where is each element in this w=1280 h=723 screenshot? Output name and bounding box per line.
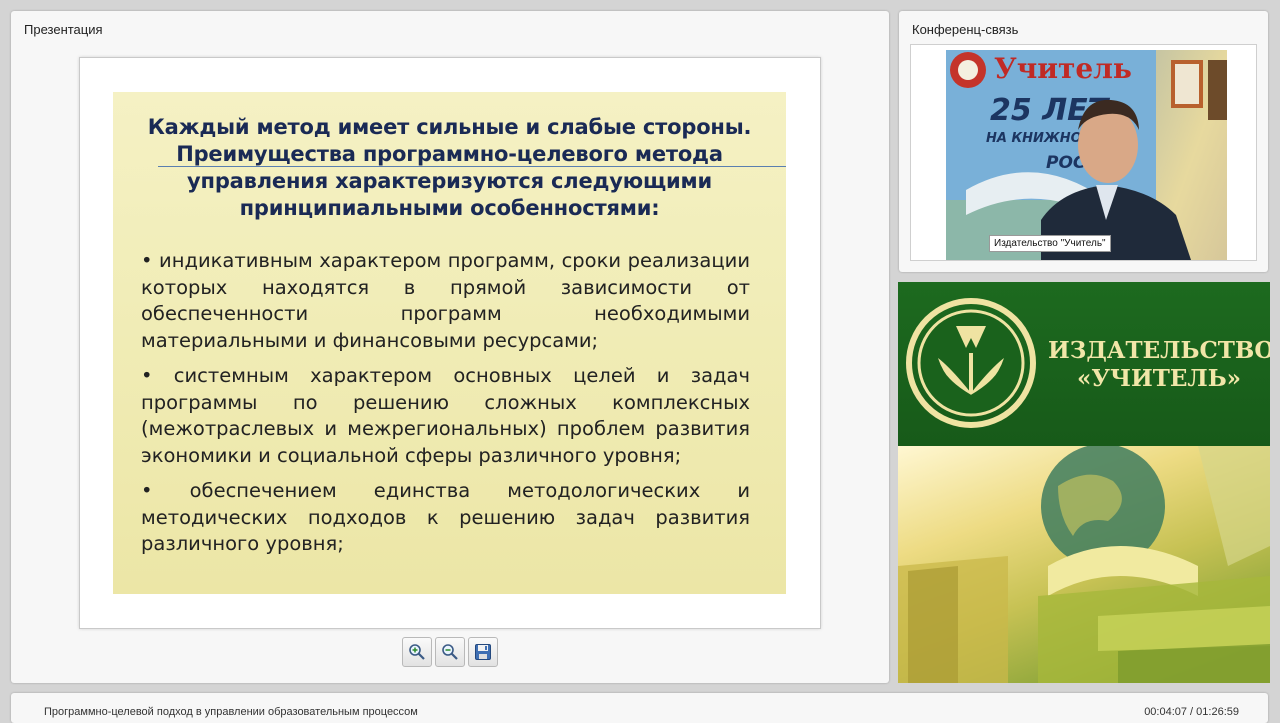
slide-bullet-list: • индикативным характером программ, срок… [141, 248, 750, 567]
publisher-name-line: «УЧИТЕЛЬ» [1076, 365, 1242, 392]
slide-divider [158, 166, 786, 167]
conference-panel: Конференц-связь Учитель 25 ЛЕТ НА КНИЖНО… [899, 11, 1268, 272]
slide-bullet: • индикативным характером программ, срок… [141, 249, 750, 352]
status-bar: Программно-целевой подход в управлении о… [11, 693, 1268, 723]
books-globe-image [898, 444, 1270, 683]
books-globe-illustration [898, 444, 1270, 683]
save-button[interactable] [468, 637, 498, 667]
slide-bullet: • обеспечением единства методологических… [141, 479, 751, 555]
publisher-name-line: ИЗДАТЕЛЬСТВО [1048, 337, 1270, 364]
playback-time: 00:04:07 / 01:26:59 [1144, 706, 1239, 718]
slide-heading-line: принципиальными особенностями: [239, 196, 660, 220]
publisher-banner: ИЗДАТЕЛЬСТВО «УЧИТЕЛЬ» [898, 282, 1270, 683]
slide-bullet-text: обеспечением единства методологических и… [141, 479, 751, 555]
slide-heading-line: Каждый метод имеет сильные и слабые стор… [147, 115, 752, 139]
speaker-video-image: Учитель 25 ЛЕТ НА КНИЖНОМ РЫ РОСС [946, 50, 1227, 260]
publisher-logo-icon [906, 298, 1036, 428]
slide-toolbar [402, 637, 498, 667]
conference-panel-title: Конференц-связь [912, 22, 1019, 37]
slide-bullet-text: системным характером основных целей и за… [141, 364, 751, 467]
slide-bullet: • системным характером основных целей и … [141, 364, 751, 467]
poster-brand: Учитель [994, 52, 1132, 85]
video-feed: Учитель 25 ЛЕТ НА КНИЖНОМ РЫ РОСС [946, 50, 1227, 260]
slide-frame: Каждый метод имеет сильные и слабые стор… [79, 57, 821, 629]
zoom-in-button[interactable] [402, 637, 432, 667]
publisher-name: ИЗДАТЕЛЬСТВО «УЧИТЕЛЬ» [1048, 337, 1270, 393]
slide-heading-line: Преимущества программно-целевого метода [176, 142, 723, 166]
zoom-out-button[interactable] [435, 637, 465, 667]
lecture-title: Программно-целевой подход в управлении о… [44, 706, 418, 718]
slide-bullet-text: индикативным характером программ, сроки … [141, 249, 750, 352]
zoom-out-icon [442, 644, 458, 660]
video-frame: Учитель 25 ЛЕТ НА КНИЖНОМ РЫ РОСС Издате… [910, 44, 1257, 261]
slide-heading-line: управления характеризуются следующими [187, 169, 712, 193]
slide: Каждый метод имеет сильные и слабые стор… [113, 92, 786, 594]
slide-heading: Каждый метод имеет сильные и слабые стор… [113, 114, 786, 222]
video-caption: Издательство "Учитель" [989, 235, 1111, 252]
presentation-panel-title: Презентация [24, 22, 103, 37]
zoom-in-icon [409, 644, 425, 660]
floppy-disk-icon [475, 644, 491, 660]
presentation-panel: Презентация Каждый метод имеет сильные и… [11, 11, 889, 683]
publisher-banner-header: ИЗДАТЕЛЬСТВО «УЧИТЕЛЬ» [898, 282, 1270, 446]
